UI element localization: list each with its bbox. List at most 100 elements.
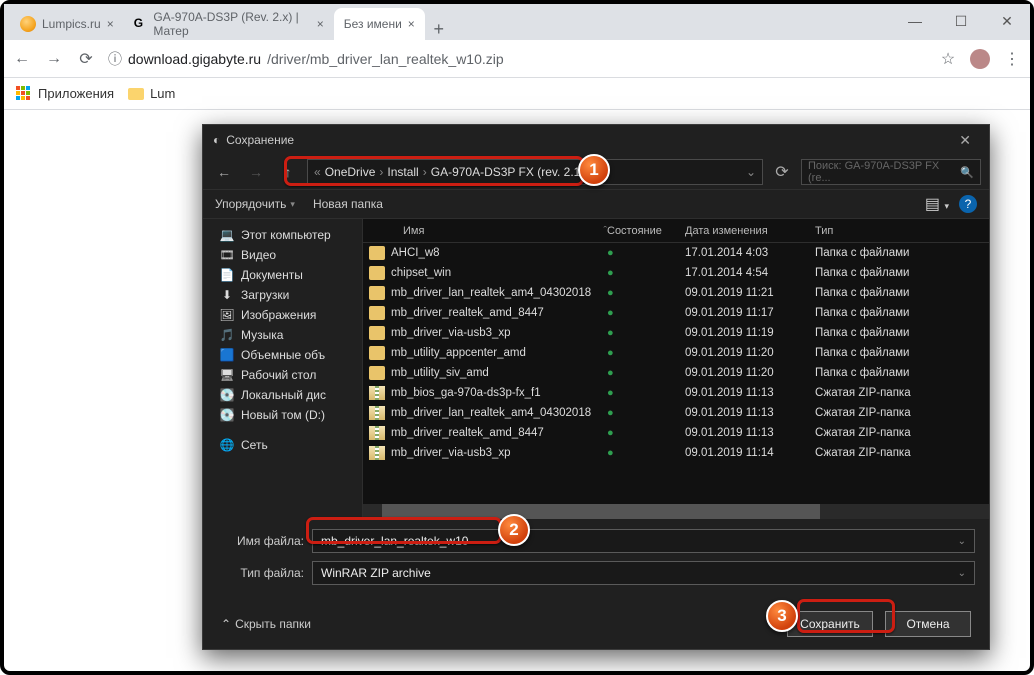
address-bar[interactable]: ⓘ download.gigabyte.ru/driver/mb_driver_…	[108, 49, 926, 69]
file-row[interactable]: mb_driver_lan_realtek_am4_04302018●09.01…	[363, 283, 989, 303]
file-type: Папка с файлами	[815, 327, 983, 339]
filetype-select[interactable]: WinRAR ZIP archive ⌄	[312, 561, 975, 585]
site-info-icon[interactable]: ⓘ	[108, 49, 122, 69]
tree-item[interactable]: 💽Новый том (D:)	[203, 405, 362, 425]
url-host: download.gigabyte.ru	[128, 51, 261, 67]
save-button[interactable]: Сохранить	[787, 611, 873, 637]
new-tab-button[interactable]: +	[425, 19, 453, 40]
folder-icon	[369, 346, 385, 360]
tree-item[interactable]: ⬇Загрузки	[203, 285, 362, 305]
column-header-name[interactable]: Имяˆ	[369, 225, 607, 237]
tree-item-icon: ⬇	[219, 288, 235, 302]
file-type: Папка с файлами	[815, 367, 983, 379]
tree-item-icon: 🎵	[219, 328, 235, 342]
tree-item[interactable]: 🎵Музыка	[203, 325, 362, 345]
nav-forward-button[interactable]: →	[243, 160, 269, 184]
organize-button[interactable]: Упорядочить▾	[215, 197, 295, 211]
file-row[interactable]: chipset_win●17.01.2014 4:54Папка с файла…	[363, 263, 989, 283]
cancel-button[interactable]: Отмена	[885, 611, 971, 637]
tree-item-icon: 🖼	[219, 308, 235, 322]
chrome-icon: ◐	[213, 133, 220, 147]
nav-up-button[interactable]: ↑	[275, 160, 301, 184]
nav-tree[interactable]: 💻Этот компьютер🎞Видео📄Документы⬇Загрузки…	[203, 219, 363, 519]
column-header-type[interactable]: Тип	[815, 225, 983, 237]
tree-item-label: Объемные объ	[241, 348, 325, 362]
tree-item[interactable]: 📄Документы	[203, 265, 362, 285]
close-tab-icon[interactable]: ×	[317, 17, 324, 31]
bookmark-label: Lum	[150, 86, 175, 101]
file-row[interactable]: mb_driver_realtek_amd_8447●09.01.2019 11…	[363, 303, 989, 323]
new-folder-button[interactable]: Новая папка	[313, 197, 383, 211]
file-row[interactable]: mb_driver_lan_realtek_am4_04302018●09.01…	[363, 403, 989, 423]
file-name: mb_driver_via-usb3_xp	[391, 327, 607, 339]
refresh-button[interactable]: ⟳	[769, 159, 795, 185]
horizontal-scrollbar[interactable]	[363, 504, 989, 519]
file-type: Папка с файлами	[815, 307, 983, 319]
tree-item-icon: 💽	[219, 408, 235, 422]
column-header-state[interactable]: Состояние	[607, 225, 685, 237]
dialog-close-button[interactable]: ✕	[951, 132, 979, 149]
menu-icon[interactable]: ⋮	[1002, 49, 1022, 69]
maximize-button[interactable]: ☐	[938, 4, 984, 38]
crumb[interactable]: GA-970A-DS3P FX (rev. 2.1)	[431, 165, 585, 179]
browser-tab[interactable]: G GA-970A-DS3P (Rev. 2.x) | Матер ×	[124, 8, 334, 40]
tree-item-label: Рабочий стол	[241, 368, 316, 382]
file-row[interactable]: mb_driver_via-usb3_xp●09.01.2019 11:14Сж…	[363, 443, 989, 463]
close-tab-icon[interactable]: ×	[408, 17, 415, 31]
tree-item[interactable]: 🟦Объемные объ	[203, 345, 362, 365]
search-field[interactable]: Поиск: GA-970A-DS3P FX (re... 🔍	[801, 159, 981, 185]
back-button[interactable]: ←	[12, 50, 32, 68]
view-options-button[interactable]: ▤ ▾	[925, 194, 949, 214]
zip-icon	[369, 446, 385, 460]
file-row[interactable]: mb_bios_ga-970a-ds3p-fx_f1●09.01.2019 11…	[363, 383, 989, 403]
hide-folders-toggle[interactable]: ⌃Скрыть папки	[221, 617, 311, 631]
bookmark-folder[interactable]: Lum	[128, 86, 175, 101]
tree-item[interactable]: 🖼Изображения	[203, 305, 362, 325]
profile-avatar[interactable]	[970, 49, 990, 69]
file-name: mb_utility_siv_amd	[391, 367, 607, 379]
close-tab-icon[interactable]: ×	[107, 17, 114, 31]
tree-item[interactable]: 💻Этот компьютер	[203, 225, 362, 245]
search-icon: 🔍	[960, 166, 974, 179]
star-bookmark-icon[interactable]: ☆	[938, 49, 958, 69]
file-date: 09.01.2019 11:20	[685, 347, 815, 359]
file-row[interactable]: mb_driver_realtek_amd_8447●09.01.2019 11…	[363, 423, 989, 443]
crumb[interactable]: OneDrive	[325, 165, 376, 179]
file-row[interactable]: mb_utility_siv_amd●09.01.2019 11:20Папка…	[363, 363, 989, 383]
breadcrumb-bar[interactable]: « OneDrive› Install› GA-970A-DS3P FX (re…	[307, 159, 763, 185]
apps-bookmark[interactable]: Приложения	[16, 86, 114, 102]
filename-input[interactable]: ⌄	[312, 529, 975, 553]
filename-label: Имя файла:	[217, 534, 312, 548]
tree-item[interactable]: 🎞Видео	[203, 245, 362, 265]
file-type: Папка с файлами	[815, 247, 983, 259]
column-header-date[interactable]: Дата изменения	[685, 225, 815, 237]
tree-item[interactable]: 💽Локальный дис	[203, 385, 362, 405]
browser-tab[interactable]: Lumpics.ru ×	[10, 8, 124, 40]
reload-button[interactable]: ⟳	[76, 49, 96, 69]
file-date: 09.01.2019 11:13	[685, 387, 815, 399]
file-row[interactable]: AHCI_w8●17.01.2014 4:03Папка с файлами	[363, 243, 989, 263]
close-window-button[interactable]: ✕	[984, 4, 1030, 38]
tree-item-label: Видео	[241, 248, 276, 262]
file-row[interactable]: mb_utility_appcenter_amd●09.01.2019 11:2…	[363, 343, 989, 363]
file-row[interactable]: mb_driver_via-usb3_xp●09.01.2019 11:19Па…	[363, 323, 989, 343]
help-button[interactable]: ?	[959, 195, 977, 213]
file-state: ●	[607, 347, 685, 359]
zip-icon	[369, 406, 385, 420]
crumb[interactable]: Install	[387, 165, 418, 179]
file-name: mb_utility_appcenter_amd	[391, 347, 607, 359]
nav-back-button[interactable]: ←	[211, 160, 237, 184]
synced-icon: ●	[607, 427, 614, 439]
file-type: Сжатая ZIP-папка	[815, 407, 983, 419]
tree-item-icon: 💽	[219, 388, 235, 402]
tree-item[interactable]: 🌐Сеть	[203, 435, 362, 455]
folder-icon	[128, 88, 144, 100]
file-state: ●	[607, 307, 685, 319]
tree-item[interactable]: 🖥Рабочий стол	[203, 365, 362, 385]
tree-item-label: Сеть	[241, 438, 268, 452]
file-name: AHCI_w8	[391, 247, 607, 259]
forward-button[interactable]: →	[44, 50, 64, 68]
minimize-button[interactable]: —	[892, 4, 938, 38]
browser-tab-active[interactable]: Без имени ×	[334, 8, 425, 40]
file-type: Папка с файлами	[815, 267, 983, 279]
